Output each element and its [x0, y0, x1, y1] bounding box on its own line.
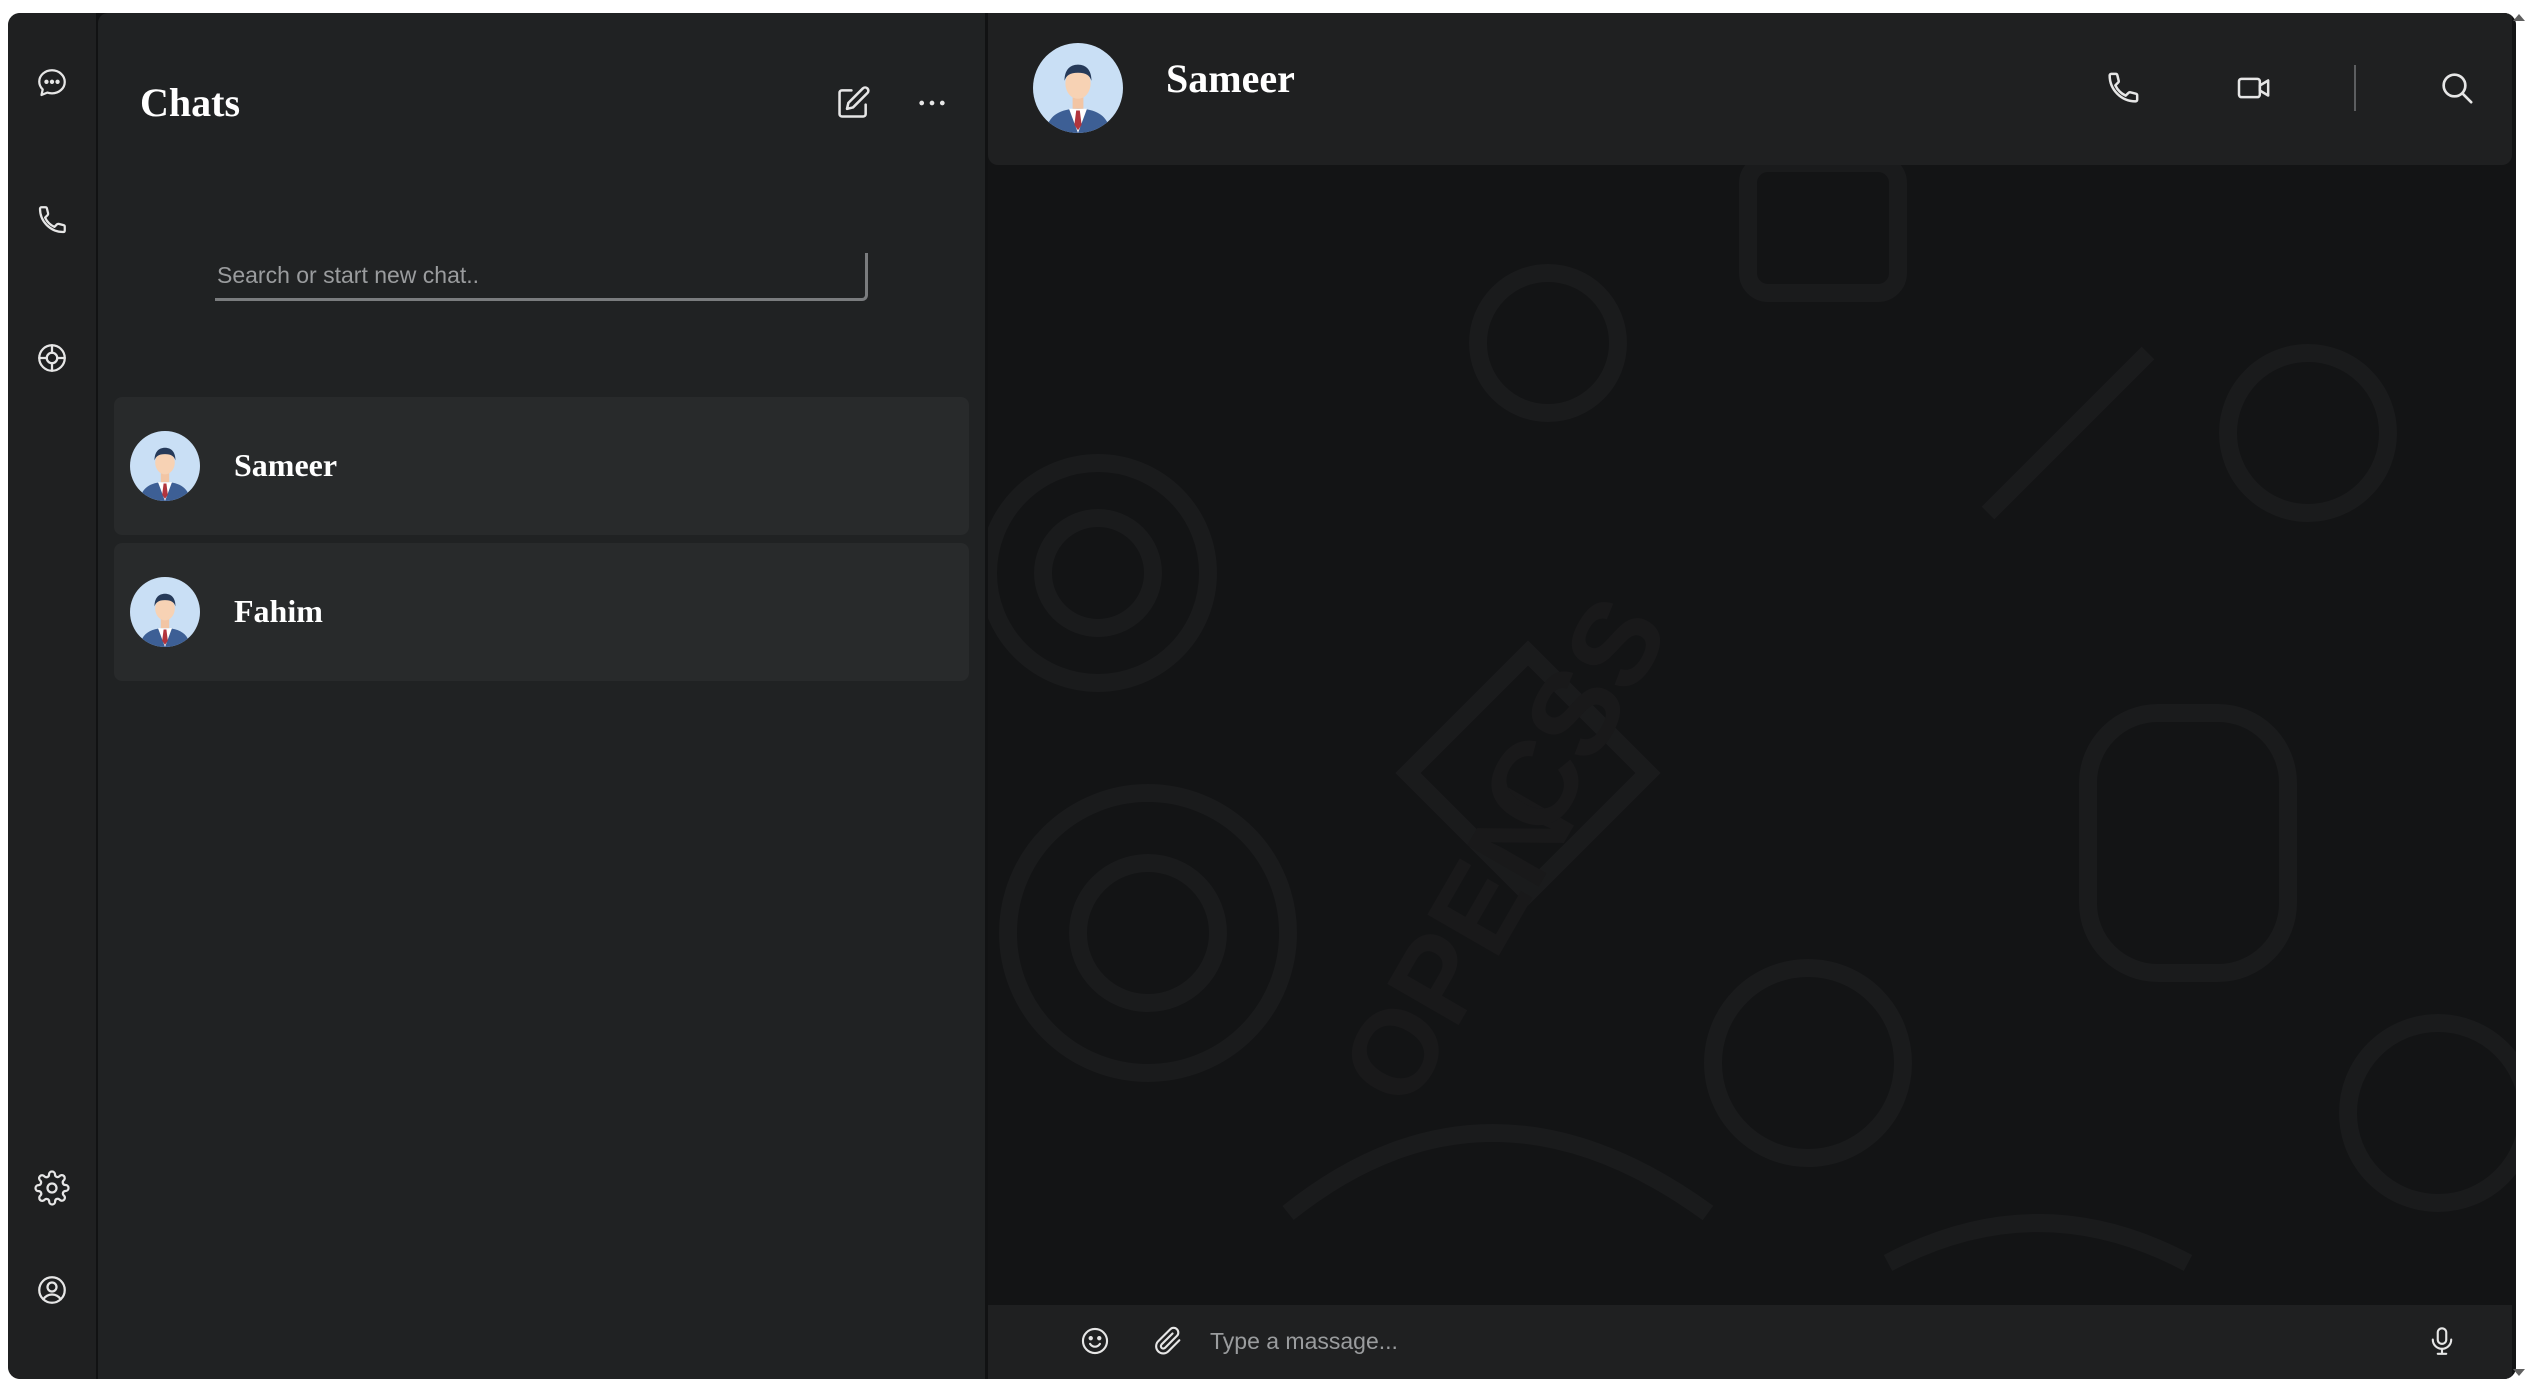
more-options-button[interactable]: [910, 81, 954, 125]
status-nav-button[interactable]: [32, 338, 72, 378]
chat-app-window: Chats Search or start new chat.. Sameer …: [8, 13, 2516, 1379]
settings-nav-button[interactable]: [32, 1168, 72, 1208]
scroll-down-arrow[interactable]: [2513, 1369, 2525, 1376]
user-circle-icon: [38, 1276, 66, 1304]
phone-icon: [2108, 72, 2139, 103]
paperclip-icon: [1155, 1326, 1181, 1355]
conversation-pane: OPEN CSS Sameer: [988, 13, 2516, 1379]
chat-bubble-icon: [38, 69, 66, 97]
video-call-button[interactable]: [2231, 65, 2277, 111]
message-composer: [988, 1305, 2512, 1379]
search-icon: [2442, 73, 2473, 104]
message-input[interactable]: [1208, 1319, 2358, 1363]
navigation-rail: [8, 13, 96, 1379]
status-icon: [38, 344, 66, 372]
header-divider: [2354, 65, 2356, 111]
avatar: [130, 431, 200, 501]
phone-icon: [38, 206, 66, 234]
emoji-button[interactable]: [1075, 1321, 1115, 1361]
voice-message-button[interactable]: [2422, 1321, 2462, 1361]
chat-wallpaper: OPEN CSS: [988, 154, 2516, 1271]
avatar: [130, 577, 200, 647]
microphone-icon: [2431, 1327, 2453, 1355]
chat-list-item[interactable]: Sameer: [114, 397, 969, 535]
conversation-header: Sameer: [988, 13, 2512, 165]
attach-button[interactable]: [1148, 1321, 1188, 1361]
gear-icon: [34, 1170, 70, 1206]
contact-avatar[interactable]: [1033, 43, 1123, 133]
search-conversation-button[interactable]: [2434, 65, 2480, 111]
new-chat-button[interactable]: [831, 81, 875, 125]
search-input[interactable]: [215, 253, 865, 298]
chats-nav-button[interactable]: [32, 63, 72, 103]
video-camera-icon: [2237, 77, 2270, 99]
edit-icon: [838, 86, 870, 118]
chat-list-panel: Chats Search or start new chat.. Sameer …: [98, 13, 985, 1379]
chat-list-item[interactable]: Fahim: [114, 543, 969, 681]
scroll-up-arrow[interactable]: [2513, 14, 2525, 21]
search-box: [215, 253, 868, 301]
calls-nav-button[interactable]: [32, 200, 72, 240]
contact-name: Sameer: [1166, 56, 1295, 101]
chats-heading: Chats: [140, 80, 241, 125]
more-horizontal-icon: [919, 100, 945, 106]
chat-name: Sameer: [234, 447, 338, 483]
chat-name: Fahim: [234, 593, 323, 629]
profile-nav-button[interactable]: [32, 1270, 72, 1310]
voice-call-button[interactable]: [2100, 65, 2146, 111]
smiley-icon: [1081, 1327, 1109, 1355]
